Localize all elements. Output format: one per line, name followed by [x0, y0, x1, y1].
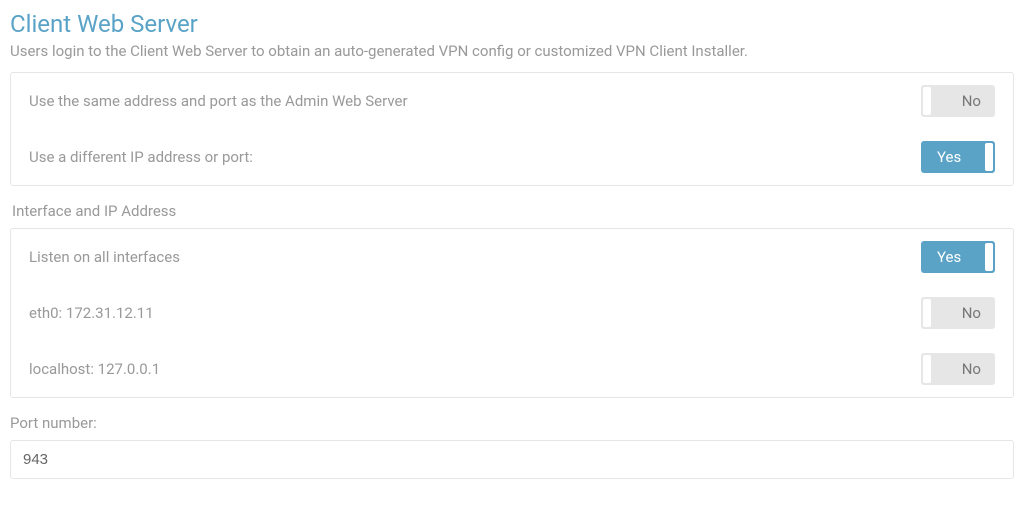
- row-same-as-admin: Use the same address and port as the Adm…: [11, 73, 1013, 129]
- toggle-different-ip[interactable]: Yes: [921, 141, 995, 173]
- label-same-as-admin: Use the same address and port as the Adm…: [29, 92, 408, 110]
- label-different-ip: Use a different IP address or port:: [29, 148, 253, 166]
- toggle-handle: [985, 143, 993, 171]
- toggle-handle: [923, 355, 931, 383]
- interface-panel: Listen on all interfaces Yes eth0: 172.3…: [10, 228, 1014, 398]
- toggle-handle: [985, 243, 993, 271]
- toggle-text: No: [962, 360, 981, 378]
- toggle-text: Yes: [937, 148, 961, 166]
- toggle-text: No: [962, 304, 981, 322]
- toggle-text: Yes: [937, 248, 961, 266]
- toggle-eth0[interactable]: No: [921, 297, 995, 329]
- toggle-listen-all[interactable]: Yes: [921, 241, 995, 273]
- label-listen-all: Listen on all interfaces: [29, 248, 180, 266]
- server-mode-panel: Use the same address and port as the Adm…: [10, 72, 1014, 186]
- row-listen-all: Listen on all interfaces Yes: [11, 229, 1013, 285]
- toggle-handle: [923, 87, 931, 115]
- port-label: Port number:: [10, 414, 1014, 432]
- row-eth0: eth0: 172.31.12.11 No: [11, 285, 1013, 341]
- label-eth0: eth0: 172.31.12.11: [29, 304, 154, 322]
- row-localhost: localhost: 127.0.0.1 No: [11, 341, 1013, 397]
- toggle-handle: [923, 299, 931, 327]
- toggle-localhost[interactable]: No: [921, 353, 995, 385]
- page-title: Client Web Server: [10, 10, 1014, 38]
- toggle-same-as-admin[interactable]: No: [921, 85, 995, 117]
- page-description: Users login to the Client Web Server to …: [10, 42, 1014, 60]
- port-input[interactable]: [10, 440, 1014, 479]
- row-different-ip: Use a different IP address or port: Yes: [11, 129, 1013, 185]
- toggle-text: No: [962, 92, 981, 110]
- interface-heading: Interface and IP Address: [10, 202, 1014, 220]
- label-localhost: localhost: 127.0.0.1: [29, 360, 160, 378]
- port-section: Port number:: [10, 414, 1014, 479]
